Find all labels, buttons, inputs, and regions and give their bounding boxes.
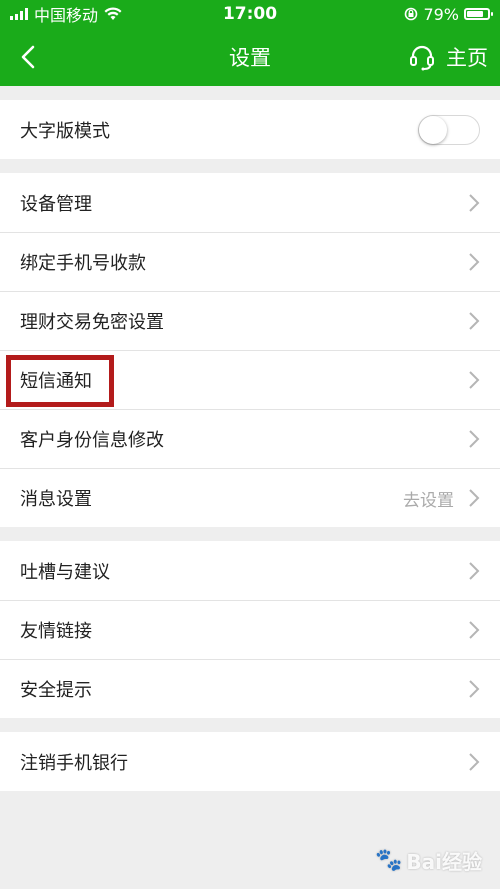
row-label: 设备管理 — [20, 193, 92, 215]
headset-icon — [410, 45, 434, 71]
wealth-password-free-row[interactable]: 理财交易免密设置 — [0, 291, 500, 350]
chevron-right-icon — [469, 193, 480, 212]
chevron-right-icon — [469, 489, 480, 507]
device-management-row[interactable]: 设备管理 — [0, 173, 500, 232]
rotation-lock-icon — [405, 7, 418, 21]
chevron-right-icon — [469, 312, 480, 330]
chevron-right-icon — [469, 752, 480, 771]
wifi-icon — [104, 7, 122, 20]
chevron-left-icon — [21, 45, 35, 69]
carrier-name: 中国移动 — [34, 6, 99, 25]
home-label: 主页 — [446, 46, 488, 70]
row-hint: 去设置 — [403, 490, 454, 511]
account-close-group: 注销手机银行 — [0, 732, 500, 791]
deregister-mobile-banking-row[interactable]: 注销手机银行 — [0, 732, 500, 791]
home-button[interactable]: 主页 — [408, 42, 500, 72]
back-button[interactable] — [0, 28, 56, 86]
row-label: 短信通知 — [20, 371, 92, 392]
message-settings-row[interactable]: 消息设置 去设置 — [0, 468, 500, 527]
battery-icon — [464, 8, 493, 20]
status-bar: 中国移动 17:00 79% — [0, 0, 500, 28]
row-label: 吐槽与建议 — [20, 561, 110, 583]
nav-bar: 设置 主页 — [0, 28, 500, 86]
sms-notification-row[interactable]: 短信通知 — [0, 350, 500, 409]
chevron-right-icon — [469, 253, 480, 271]
chevron-right-icon — [469, 621, 480, 639]
baidu-watermark: 🐾 Bai经验 — [375, 846, 482, 875]
security-tips-row[interactable]: 安全提示 — [0, 659, 500, 718]
paw-icon: 🐾 — [374, 848, 403, 873]
row-label: 安全提示 — [20, 680, 92, 701]
display-group: 大字版模式 — [0, 100, 500, 159]
chevron-right-icon — [469, 430, 480, 448]
toggle-knob — [419, 115, 447, 144]
chevron-right-icon — [469, 371, 480, 389]
row-label: 注销手机银行 — [20, 752, 128, 774]
row-label: 客户身份信息修改 — [20, 430, 164, 451]
chevron-right-icon — [469, 561, 480, 580]
feedback-row[interactable]: 吐槽与建议 — [0, 541, 500, 600]
large-font-mode-row: 大字版模式 — [0, 100, 500, 159]
row-label: 友情链接 — [20, 621, 92, 642]
app-header: 中国移动 17:00 79% 设置 主页 — [0, 0, 500, 86]
battery-percent: 79% — [423, 4, 459, 24]
row-label: 绑定手机号收款 — [20, 253, 146, 274]
chevron-right-icon — [469, 680, 480, 698]
row-label: 大字版模式 — [20, 120, 110, 142]
friendly-links-row[interactable]: 友情链接 — [0, 600, 500, 659]
bind-phone-payment-row[interactable]: 绑定手机号收款 — [0, 232, 500, 291]
account-settings-group: 设备管理 绑定手机号收款 理财交易免密设置 短信通知 客户身份信息修改 消息设置… — [0, 173, 500, 527]
row-label: 理财交易免密设置 — [20, 312, 164, 333]
watermark-text: Bai经验 — [406, 850, 482, 874]
customer-id-edit-row[interactable]: 客户身份信息修改 — [0, 409, 500, 468]
large-font-toggle[interactable] — [418, 114, 480, 145]
feedback-group: 吐槽与建议 友情链接 安全提示 — [0, 541, 500, 718]
signal-icon — [10, 8, 28, 20]
row-label: 消息设置 — [20, 489, 92, 510]
